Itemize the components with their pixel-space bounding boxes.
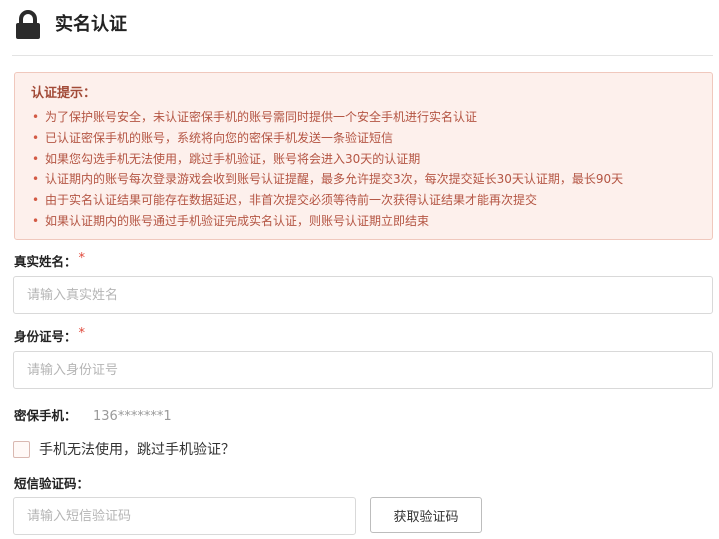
bullet-icon: • (32, 193, 40, 208)
id-number-label-text: 身份证号： (14, 329, 77, 344)
id-number-input[interactable] (13, 351, 713, 389)
skip-phone-checkbox[interactable] (13, 441, 30, 458)
lock-icon (16, 10, 40, 39)
notice-item-text: 如果认证期内的账号通过手机验证完成实名认证，则账号认证期立即结束 (45, 213, 430, 228)
notice-box: 认证提示： • 为了保护账号安全，未认证密保手机的账号需同时提供一个安全手机进行实… (14, 72, 713, 240)
bullet-icon: • (32, 130, 40, 145)
header-divider (12, 55, 713, 56)
notice-item-text: 已认证密保手机的账号，系统将向您的密保手机发送一条验证短信 (45, 130, 394, 145)
secure-phone-value: 136*******1 (93, 409, 172, 424)
real-name-label: 真实姓名： * (14, 251, 86, 272)
required-mark: * (78, 326, 86, 341)
notice-item-text: 认证期内的账号每次登录游戏会收到账号认证提醒，最多允许提交3次，每次提交延长30… (45, 172, 624, 187)
notice-item-text: 由于实名认证结果可能存在数据延迟，非首次提交必须等待前一次获得认证结果才能再次提… (45, 193, 538, 208)
bullet-icon: • (32, 110, 40, 124)
notice-title: 认证提示： (31, 86, 97, 101)
notice-item: • 如果您勾选手机无法使用，跳过手机验证，账号将会进入30天的认证期 (31, 149, 623, 170)
sms-code-label: 短信验证码： (14, 476, 90, 491)
notice-list: • 为了保护账号安全，未认证密保手机的账号需同时提供一个安全手机进行实名认证 • 已… (31, 107, 623, 232)
required-mark: * (78, 251, 86, 266)
real-name-label-text: 真实姓名： (14, 254, 77, 269)
notice-item: • 由于实名认证结果可能存在数据延迟，非首次提交必须等待前一次获得认证结果才能再次… (31, 190, 623, 211)
sms-code-input[interactable] (13, 497, 356, 535)
get-code-button[interactable]: 获取验证码 (370, 497, 482, 533)
id-number-label: 身份证号： * (14, 326, 86, 347)
bullet-icon: • (32, 213, 40, 228)
notice-item-text: 为了保护账号安全，未认证密保手机的账号需同时提供一个安全手机进行实名认证 (45, 110, 478, 124)
notice-item: • 已认证密保手机的账号，系统将向您的密保手机发送一条验证短信 (31, 128, 623, 149)
notice-item: • 为了保护账号安全，未认证密保手机的账号需同时提供一个安全手机进行实名认证 (31, 107, 623, 128)
notice-item: • 认证期内的账号每次登录游戏会收到账号认证提醒，最多允许提交3次，每次提交延长3… (31, 169, 623, 190)
bullet-icon: • (32, 172, 40, 187)
real-name-input[interactable] (13, 276, 713, 314)
notice-item-text: 如果您勾选手机无法使用，跳过手机验证，账号将会进入30天的认证期 (45, 151, 421, 166)
bullet-icon: • (32, 151, 40, 166)
page-title: 实名认证 (55, 14, 127, 35)
page-header: 实名认证 (0, 0, 719, 56)
notice-item: • 如果认证期内的账号通过手机验证完成实名认证，则账号认证期立即结束 (31, 211, 623, 232)
skip-phone-label[interactable]: 手机无法使用，跳过手机验证？ (39, 441, 235, 459)
secure-phone-label: 密保手机： (14, 408, 77, 423)
